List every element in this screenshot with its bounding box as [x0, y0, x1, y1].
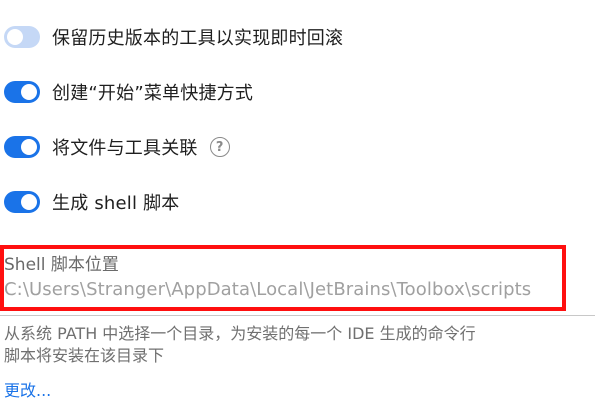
field-underline — [0, 315, 595, 316]
shell-scripts-label: 生成 shell 脚本 — [52, 193, 180, 214]
toggle-row-shell-scripts: 生成 shell 脚本 — [4, 188, 180, 216]
toggle-row-keep-history: 保留历史版本的工具以实现即时回滚 — [4, 23, 343, 51]
toolbox-settings-panel: 保留历史版本的工具以实现即时回滚 创建“开始”菜单快捷方式 将文件与工具关联 ?… — [0, 0, 595, 414]
change-location-link[interactable]: 更改... — [4, 377, 51, 401]
toggle-knob — [21, 194, 37, 210]
shell-location-field[interactable]: C:\Users\Stranger\AppData\Local\JetBrain… — [4, 279, 531, 300]
shell-location-description: 从系统 PATH 中选择一个目录，为安装的每一个 IDE 生成的命令行 脚本将安… — [4, 323, 584, 367]
toggle-knob — [21, 139, 37, 155]
toggle-row-file-association: 将文件与工具关联 ? — [4, 133, 230, 161]
description-line-2: 脚本将安装在该目录下 — [4, 346, 165, 365]
start-menu-shortcut-label: 创建“开始”菜单快捷方式 — [52, 83, 254, 104]
question-circle-icon[interactable]: ? — [209, 137, 230, 157]
toggle-knob — [7, 29, 23, 45]
toggle-knob — [21, 84, 37, 100]
shell-scripts-toggle[interactable] — [4, 191, 40, 213]
file-association-label: 将文件与工具关联 — [52, 138, 198, 159]
file-association-toggle[interactable] — [4, 136, 40, 158]
toggle-row-start-menu: 创建“开始”菜单快捷方式 — [4, 78, 253, 106]
shell-location-label: Shell 脚本位置 — [4, 255, 119, 275]
start-menu-shortcut-toggle[interactable] — [4, 81, 40, 103]
description-line-1: 从系统 PATH 中选择一个目录，为安装的每一个 IDE 生成的命令行 — [4, 324, 476, 343]
keep-history-label: 保留历史版本的工具以实现即时回滚 — [52, 28, 344, 49]
keep-history-toggle[interactable] — [4, 26, 40, 48]
